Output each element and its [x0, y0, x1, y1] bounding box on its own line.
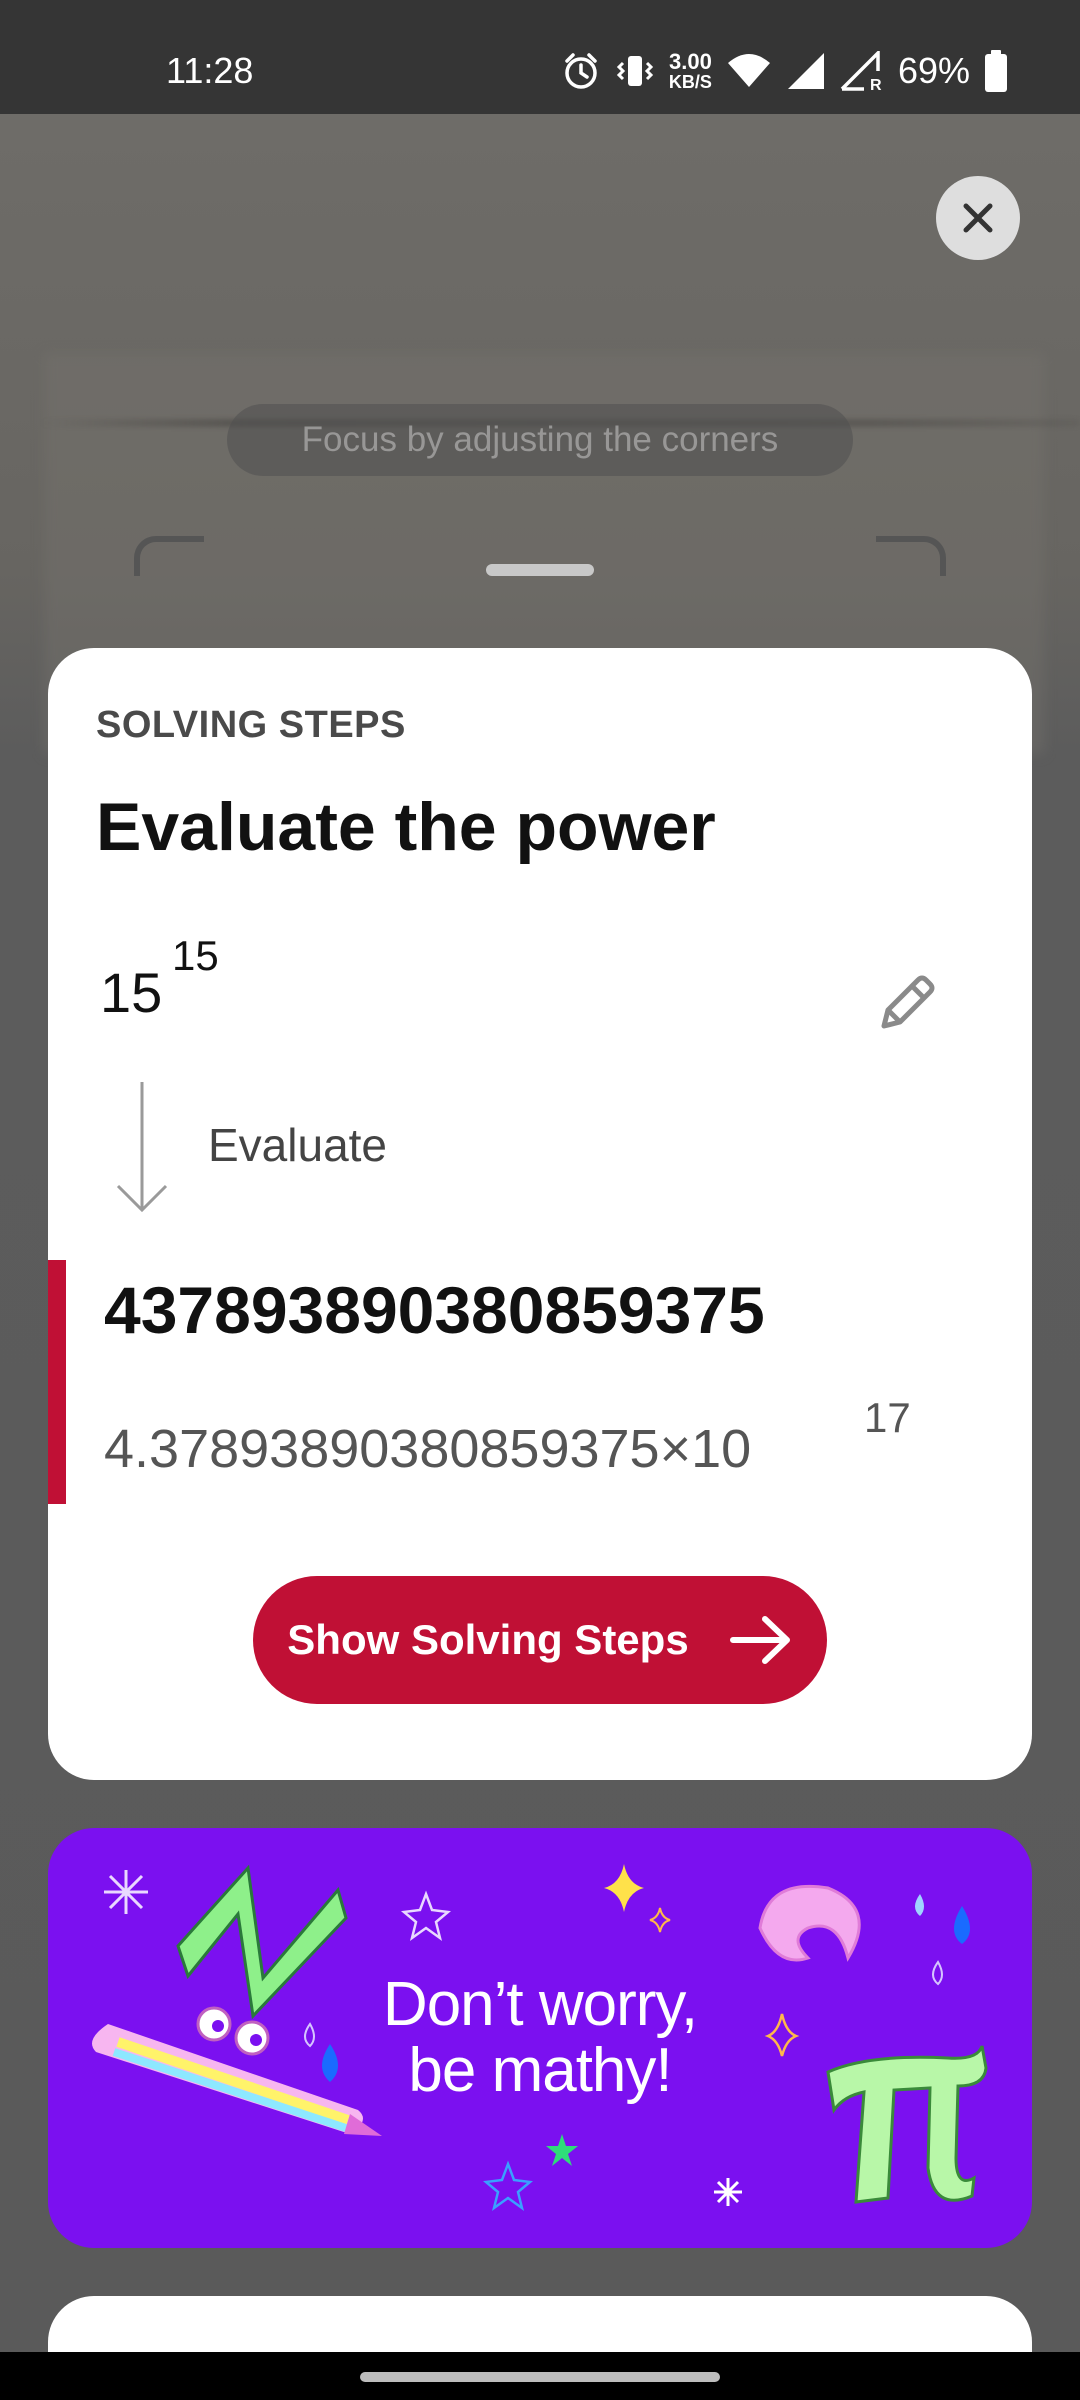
- show-solving-steps-button[interactable]: Show Solving Steps: [253, 1576, 827, 1704]
- vibrate-icon: [616, 56, 654, 86]
- promo-banner[interactable]: Don’t worry, be mathy!: [48, 1828, 1032, 2248]
- home-gesture-pill[interactable]: [360, 2372, 720, 2382]
- result-highlight-bar: [48, 1260, 66, 1504]
- crop-corner-top-left[interactable]: [134, 536, 204, 576]
- speed-unit: KB/S: [668, 72, 712, 92]
- card-eyebrow: SOLVING STEPS: [96, 704, 406, 746]
- speed-value: 3.00: [669, 49, 712, 74]
- expression-base: 15: [100, 961, 163, 1024]
- result-scientific: 4.37893890380859375×10 17: [104, 1394, 911, 1480]
- step-label: Evaluate: [208, 1119, 388, 1171]
- step-down-arrow-icon: [116, 1082, 168, 1213]
- status-icons: 3.00 KB/S R 69%: [561, 48, 1008, 94]
- sci-base: 10: [691, 1419, 752, 1479]
- sheet-drag-handle[interactable]: [486, 564, 594, 576]
- show-steps-label: Show Solving Steps: [287, 1616, 689, 1663]
- promo-line2: be mathy!: [408, 2036, 672, 2105]
- battery-percent: 69%: [897, 50, 970, 91]
- input-expression[interactable]: 15 15: [100, 932, 219, 1025]
- status-time: 11:28: [166, 50, 254, 91]
- sci-mantissa: 4.37893890380859375: [104, 1419, 660, 1479]
- network-speed: 3.00 KB/S: [668, 49, 712, 92]
- svg-text:R: R: [870, 77, 882, 91]
- crop-corner-top-right[interactable]: [876, 536, 946, 576]
- expression-exponent: 15: [172, 932, 219, 979]
- signal-roaming-icon: R: [840, 51, 882, 91]
- navigation-bar: [0, 2352, 1080, 2400]
- signal-icon: [787, 53, 824, 89]
- close-icon: [963, 203, 993, 233]
- wifi-icon: [727, 54, 770, 87]
- pencil-icon[interactable]: [870, 968, 942, 1040]
- close-button[interactable]: [936, 176, 1020, 260]
- promo-line1: Don’t worry,: [382, 1970, 698, 2039]
- alarm-icon: [565, 53, 597, 89]
- focus-hint: Focus by adjusting the corners: [227, 404, 853, 476]
- result-value: 437893890380859375: [104, 1273, 765, 1347]
- card-title: Evaluate the power: [96, 789, 716, 865]
- sci-exponent: 17: [864, 1394, 911, 1441]
- battery-icon: [985, 50, 1007, 92]
- sci-times: ×: [659, 1419, 692, 1479]
- promo-text: Don’t worry, be mathy!: [48, 1828, 1032, 2248]
- solving-steps-card: SOLVING STEPS Evaluate the power 15 15 E…: [48, 648, 1032, 1780]
- arrow-right-icon: [729, 1616, 790, 1664]
- status-bar: 11:28 3.00 KB/S R 69%: [0, 0, 1080, 114]
